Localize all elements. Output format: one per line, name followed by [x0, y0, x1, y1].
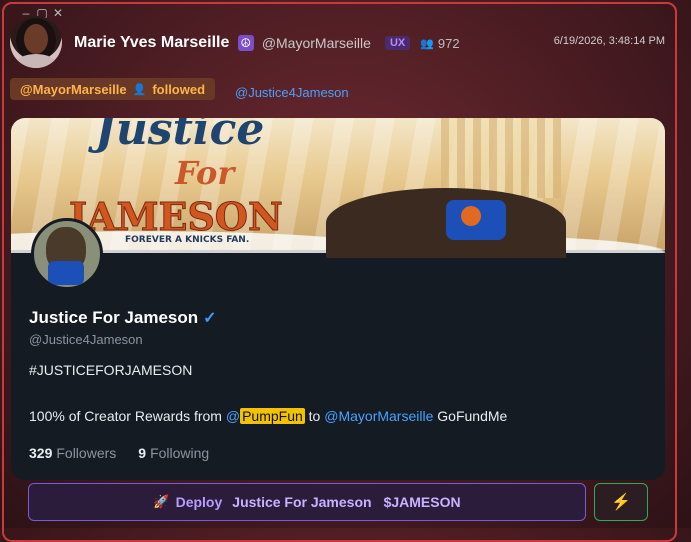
banner-tagline: FOREVER A KNICKS FAN. [125, 235, 249, 245]
timestamp: 6/19/2026, 3:48:14 PM [553, 35, 665, 47]
quick-deploy-button[interactable]: ⚡ [594, 483, 648, 521]
deploy-label: Deploy [175, 494, 223, 510]
follow-actor[interactable]: @MayorMarseille [20, 82, 127, 97]
user-handle[interactable]: @MayorMarseille [262, 35, 371, 51]
bio-line-1: #JUSTICEFORJAMESON [29, 362, 193, 378]
banner-line3: JAMESON [66, 194, 283, 239]
follow-verb: followed [152, 81, 206, 97]
verified-icon: ✓ [203, 310, 217, 327]
followers-stat[interactable]: 329 Followers [29, 445, 116, 461]
profile-handle[interactable]: @Justice4Jameson [29, 332, 143, 347]
avatar-shirt [16, 54, 56, 68]
post-header: Marie Yves Marseille ☮ @MayorMarseille U… [74, 34, 460, 52]
bio-line-2: 100% of Creator Rewards from @ PumpFun to… [29, 408, 508, 424]
profile-name-row: Justice For Jameson ✓ [29, 308, 217, 328]
display-name[interactable]: Marie Yves Marseille [74, 34, 234, 52]
profile-card[interactable]: Justice For JAMESON FOREVER A KNICKS FAN… [11, 118, 665, 480]
follow-event-pill: @MayorMarseille 👤 followed [10, 78, 216, 100]
following-stat[interactable]: 9 Following [138, 445, 209, 461]
person-icon: 👤 [132, 83, 147, 96]
profile-stats: 329 Followers 9 Following [29, 445, 209, 461]
mayor-mention[interactable]: @MayorMarseille [324, 408, 433, 424]
people-icon: 👥 [420, 37, 434, 50]
deploy-ticker: $JAMESON [383, 494, 461, 510]
mention-at[interactable]: @ [226, 408, 240, 424]
profile-name[interactable]: Justice For Jameson [29, 308, 198, 328]
avatar[interactable] [10, 16, 62, 68]
avatar-face [24, 24, 48, 54]
follower-count: 972 [437, 35, 460, 51]
profile-avatar[interactable] [31, 218, 103, 290]
pumpfun-mention[interactable]: PumpFun [240, 408, 305, 424]
dog-image [326, 188, 566, 258]
rocket-icon: 🚀 [153, 494, 170, 509]
banner-line2: For [174, 154, 236, 192]
banner-line1: Justice [88, 118, 264, 155]
peace-icon: ☮ [237, 35, 254, 51]
profile-banner: Justice For JAMESON FOREVER A KNICKS FAN… [11, 118, 665, 258]
follow-target-link[interactable]: @Justice4Jameson [235, 85, 349, 100]
ux-badge: UX [384, 36, 411, 50]
deploy-token-name: Justice For Jameson [232, 494, 372, 510]
bolt-icon: ⚡ [611, 494, 631, 511]
close-icon[interactable]: ✕ [52, 6, 64, 20]
deploy-button[interactable]: 🚀 Deploy Justice For Jameson $JAMESON [28, 483, 586, 521]
